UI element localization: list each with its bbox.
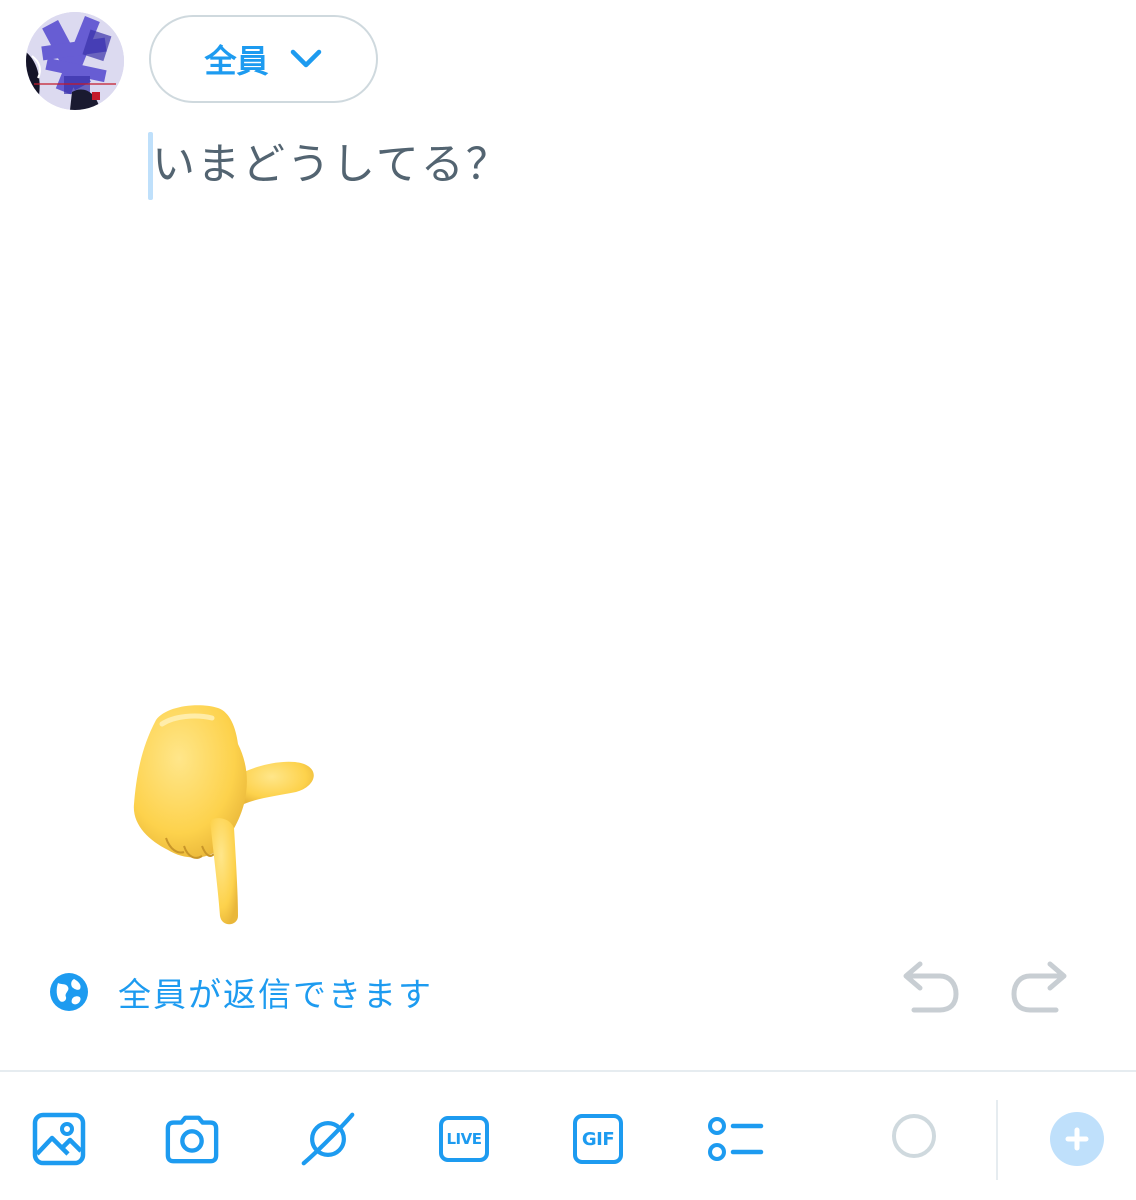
chevron-down-icon [290,49,321,68]
add-image-button[interactable] [31,1110,87,1168]
live-button[interactable]: LIVE [436,1110,492,1168]
reply-setting-label: 全員が返信できます [118,975,433,1014]
sparkle-button[interactable] [300,1110,356,1168]
camera-icon [165,1115,219,1164]
camera-button[interactable] [164,1110,220,1168]
globe-icon [50,973,88,1011]
redo-icon [1011,961,1067,1013]
plus-icon [1065,1127,1089,1151]
sparkle-icon [301,1112,355,1166]
reply-setting[interactable]: 全員が返信できます [48,968,433,1016]
redo-button[interactable] [1010,958,1074,1018]
gif-button[interactable]: GIF [570,1110,626,1168]
live-icon: LIVE [439,1116,489,1162]
audience-selector-button[interactable]: 全員 [149,15,378,103]
gif-icon: GIF [573,1114,623,1164]
avatar-image [26,12,124,110]
toolbar-separator [996,1100,998,1180]
audience-label: 全員 [204,42,269,80]
poll-button[interactable] [706,1110,766,1168]
undo-icon [903,961,959,1013]
add-thread-button[interactable] [1050,1112,1104,1166]
poll-icon [708,1117,764,1161]
pointing-down-hand-icon [133,705,314,925]
gif-icon-text: GIF [581,1128,615,1150]
image-icon [32,1112,86,1166]
live-icon-text: LIVE [446,1130,483,1148]
toolbar-divider [0,1070,1136,1072]
avatar[interactable] [26,12,124,110]
undo-button[interactable] [896,958,960,1018]
compose-input[interactable]: いまどうしてる？ [152,134,511,196]
circle-progress-icon [892,1114,936,1158]
